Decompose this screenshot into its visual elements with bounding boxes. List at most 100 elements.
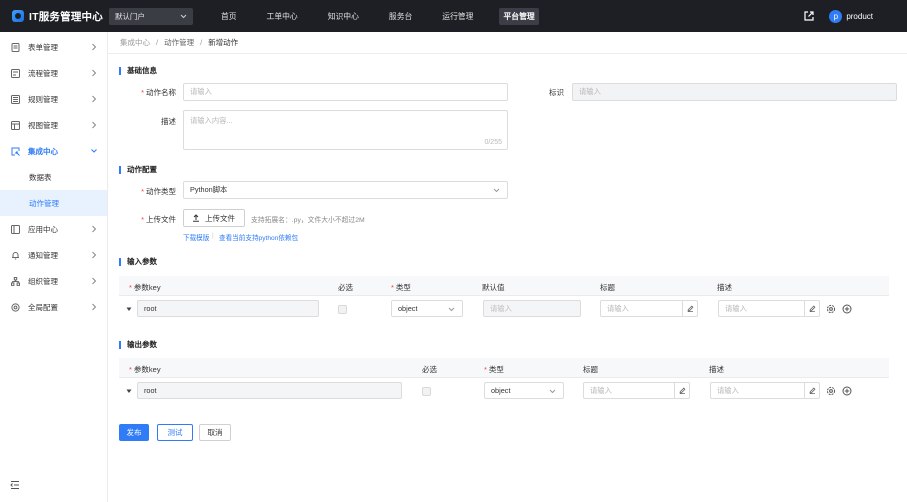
edit-icon[interactable] [682,301,697,316]
output-param-type-select[interactable]: object [484,382,564,399]
sidebar-item-flow-management[interactable]: 流程管理 [0,60,107,86]
link-separator: | [212,232,214,239]
breadcrumb-integration-center[interactable]: 集成中心 [120,37,150,48]
output-param-type-value: object [491,386,511,395]
python-deps-link[interactable]: 查看当前支持python依赖包 [219,232,298,242]
main-nav: 首页 工单中心 知识中心 服务台 运行管理 平台管理 [217,0,561,32]
section-basic-info: 基础信息 [119,67,157,75]
nav-platform-management[interactable]: 平台管理 [499,7,539,25]
input-header-title: 标题 [600,283,615,292]
nav-home[interactable]: 首页 [217,8,241,25]
add-circle-icon[interactable] [842,304,852,314]
nav-operations[interactable]: 运行管理 [438,8,477,25]
cancel-button[interactable]: 取消 [199,424,231,441]
portal-select[interactable]: 默认门户 [108,7,193,25]
input-param-required-checkbox[interactable] [338,305,347,314]
sidebar-item-rule-management[interactable]: 规则管理 [0,86,107,112]
chevron-right-icon [92,251,97,259]
upload-button-label: 上传文件 [205,213,235,223]
sidebar-item-org-management[interactable]: 组织管理 [0,268,107,294]
app-logo[interactable]: IT服务管理中心 [12,9,103,24]
input-param-desc-field[interactable]: 请输入 [718,300,820,317]
chevron-right-icon [92,121,97,129]
logo-icon [12,10,24,22]
output-param-desc-placeholder: 请输入 [717,385,739,395]
publish-button[interactable]: 发布 [119,424,149,441]
identifier-input[interactable]: 请输入 [572,83,897,101]
input-header-key: * 参数key [129,283,161,292]
output-param-desc-field[interactable]: 请输入 [710,382,820,399]
sidebar-item-notification-management[interactable]: 通知管理 [0,242,107,268]
gear-icon [11,302,20,312]
chevron-right-icon [92,225,97,233]
sidebar-item-view-management[interactable]: 视图管理 [0,112,107,138]
action-type-label: * 动作类型 [141,187,176,196]
rule-icon [11,94,20,104]
output-param-key-field[interactable]: root [137,382,402,399]
sidebar-item-form-management[interactable]: 表单管理 [0,34,107,60]
input-header-required: 必选 [338,283,353,292]
user-area: p product [803,0,873,32]
settings-icon[interactable] [826,386,836,396]
input-param-title-placeholder: 请输入 [607,303,629,313]
output-param-title-placeholder: 请输入 [590,385,612,395]
upload-file-label: * 上传文件 [141,215,176,224]
output-header-key: * 参数key [129,365,161,374]
sidebar-item-label: 组织管理 [28,276,58,286]
input-param-type-value: object [398,304,418,313]
upload-hint: 支持拓展名：.py，文件大小不超过2M [251,217,365,224]
external-link-icon[interactable] [803,10,815,22]
edit-icon[interactable] [674,383,689,398]
sidebar-item-label: 全局配置 [28,302,58,312]
sidebar-item-global-config[interactable]: 全局配置 [0,294,107,320]
input-header-description: 描述 [717,283,732,292]
upload-file-button[interactable]: 上传文件 [183,209,245,227]
input-header-type: * 类型 [391,283,411,292]
output-header-type: * 类型 [484,365,504,374]
caret-down-icon[interactable] [126,307,132,312]
integration-icon [11,147,20,156]
section-input-params: 输入参数 [119,258,157,266]
breadcrumb-current: 新增动作 [208,38,239,47]
sidebar-subitem-action-management[interactable]: 动作管理 [0,190,107,216]
input-params-table-header: * 参数key 必选 * 类型 默认值 标题 描述 [119,276,889,296]
top-navbar: IT服务管理中心 默认门户 首页 工单中心 知识中心 服务台 运行管理 平台管理… [0,0,907,32]
action-name-input[interactable]: 请输入 [183,83,508,101]
username[interactable]: product [846,12,873,21]
sidebar-item-label: 规则管理 [28,94,58,104]
sidebar-item-integration-center[interactable]: 集成中心 [0,138,107,164]
test-button[interactable]: 测试 [157,424,193,441]
chevron-down-icon [91,149,97,153]
sidebar-item-label: 应用中心 [28,224,58,234]
settings-icon[interactable] [826,304,836,314]
avatar[interactable]: p [829,9,843,23]
input-param-default-field[interactable]: 请输入 [483,300,581,317]
breadcrumb-action-management[interactable]: 动作管理 [164,37,194,48]
description-textarea[interactable]: 请输入内容... 0/255 [183,110,508,150]
input-param-desc-placeholder: 请输入 [725,303,747,313]
chevron-right-icon [92,277,97,285]
download-template-link[interactable]: 下载模版 [183,232,209,242]
sidebar-item-label: 视图管理 [28,120,58,130]
nav-service-desk[interactable]: 服务台 [385,8,416,25]
sidebar-subitem-data-table[interactable]: 数据表 [0,164,107,190]
add-circle-icon[interactable] [842,386,852,396]
input-param-type-select[interactable]: object [391,300,463,317]
edit-icon[interactable] [804,301,819,316]
input-param-title-field[interactable]: 请输入 [600,300,698,317]
portal-select-value: 默认门户 [114,11,145,21]
sidebar-item-app-center[interactable]: 应用中心 [0,216,107,242]
output-param-title-field[interactable]: 请输入 [583,382,690,399]
chevron-down-icon [493,188,500,193]
sidebar-item-label: 集成中心 [28,146,58,156]
output-param-required-checkbox[interactable] [422,387,431,396]
action-type-select[interactable]: Python脚本 [183,181,508,199]
sidebar-item-label: 表单管理 [28,42,58,52]
sidebar-item-label: 通知管理 [28,250,58,260]
collapse-sidebar-icon[interactable] [10,480,20,490]
nav-knowledge-center[interactable]: 知识中心 [324,8,363,25]
input-param-key-field[interactable]: root [137,300,319,317]
caret-down-icon[interactable] [126,389,132,394]
edit-icon[interactable] [804,383,819,398]
nav-ticket-center[interactable]: 工单中心 [263,8,302,25]
